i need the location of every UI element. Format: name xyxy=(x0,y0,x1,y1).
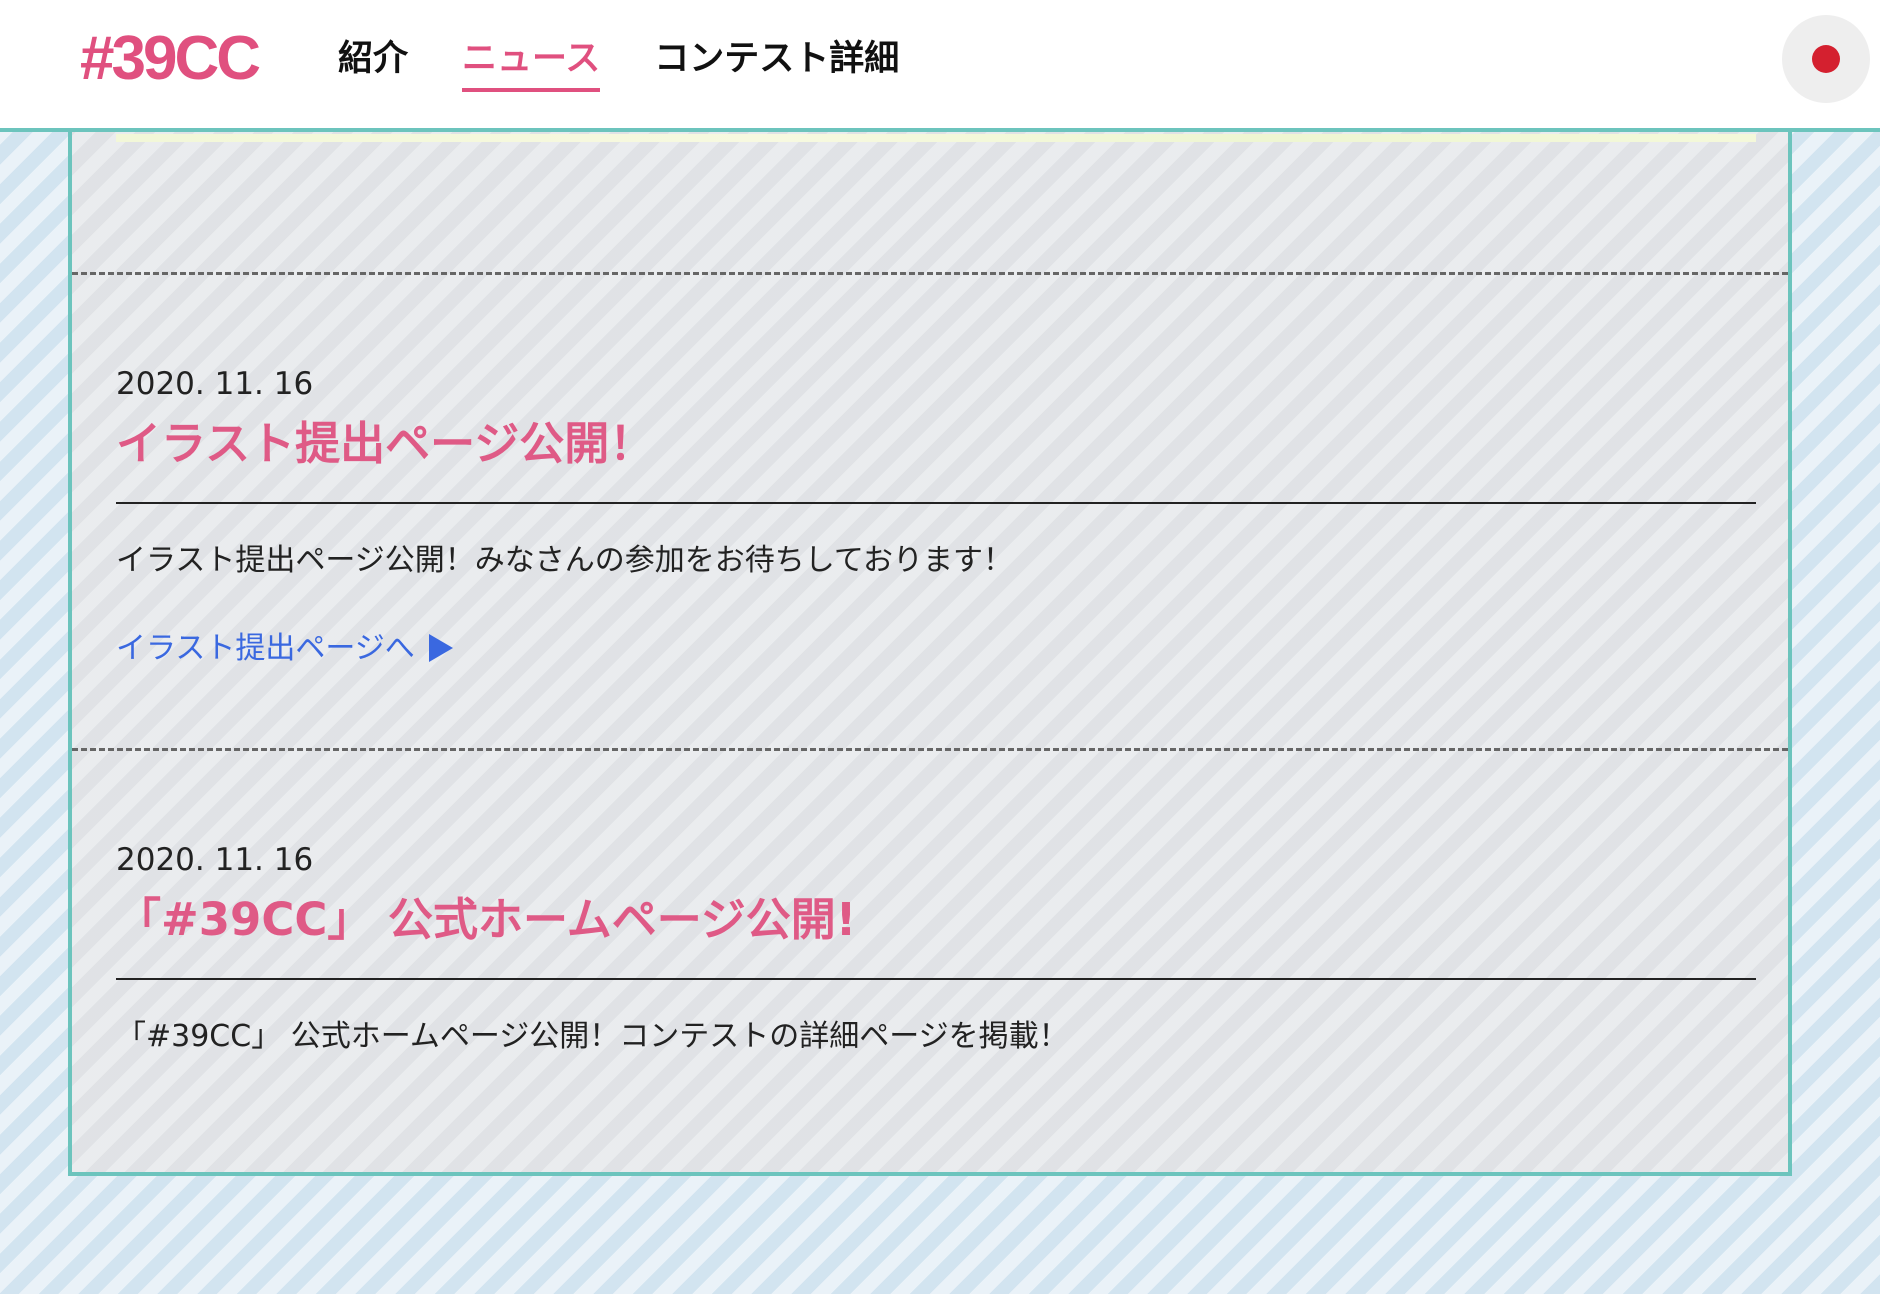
nav-item-intro[interactable]: 紹介 xyxy=(338,36,408,92)
language-switch-button[interactable] xyxy=(1782,15,1870,103)
site-header: #39CC 紹介 ニュース コンテスト詳細 xyxy=(0,0,1880,132)
news-panel: 2020. 11. 16 イラスト提出ページ公開！ イラスト提出ページ公開！みな… xyxy=(68,100,1792,1176)
news-divider xyxy=(72,272,1788,275)
news-date: 2020. 11. 16 xyxy=(116,366,314,402)
nav-item-news[interactable]: ニュース xyxy=(462,36,601,92)
illustration-submit-link[interactable]: イラスト提出ページへ xyxy=(116,629,453,669)
news-body: 「#39CC」 公式ホームページ公開！コンテストの詳細ページを掲載！ xyxy=(116,1019,1069,1054)
news-body: イラスト提出ページ公開！みなさんの参加をお待ちしております！ xyxy=(116,543,1013,578)
news-title: 「#39CC」 公式ホームページ公開! xyxy=(116,893,857,946)
news-date: 2020. 11. 16 xyxy=(116,842,314,878)
title-rule xyxy=(116,502,1756,504)
japan-flag-icon xyxy=(1812,45,1840,73)
news-title: イラスト提出ページ公開！ xyxy=(116,417,655,470)
site-logo[interactable]: #39CC xyxy=(80,22,261,96)
title-rule xyxy=(116,978,1756,980)
main-nav: 紹介 ニュース コンテスト詳細 xyxy=(338,36,899,92)
link-label: イラスト提出ページへ xyxy=(116,631,415,666)
triangle-right-icon xyxy=(428,634,453,662)
nav-item-contest-details[interactable]: コンテスト詳細 xyxy=(654,36,899,92)
banner-image-edge xyxy=(116,134,1756,142)
news-divider xyxy=(72,748,1788,751)
